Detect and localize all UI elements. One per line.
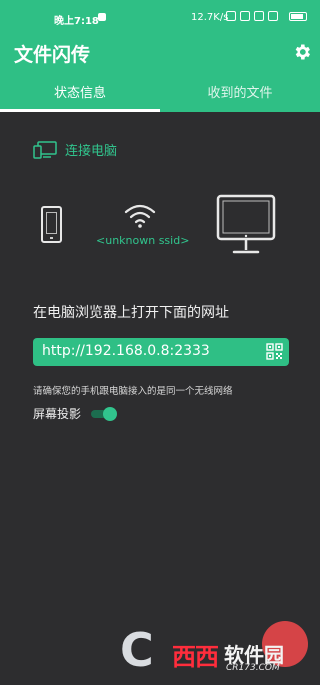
network-speed: 12.7K/s [191,12,229,23]
tab-received-files[interactable]: 收到的文件 [160,80,320,112]
signal-icon [240,11,250,21]
watermark-brand: 西西 [172,643,219,671]
gear-icon[interactable] [292,42,312,62]
phone-icon [41,206,62,243]
screen-projection-row: 屏幕投影 [33,405,118,422]
devices-icon [33,140,57,159]
status-bar: 晚上7:18 12.7K/s [0,0,320,34]
watermark-letter: C [120,623,154,677]
tab-bar: 状态信息 收到的文件 [0,80,320,112]
url-text[interactable]: http://192.168.0.8:2333 [42,343,210,359]
wifi-status-icon [268,11,278,21]
status-time: 晚上7:18 [54,16,99,27]
app-title: 文件闪传 [14,44,91,66]
active-tab-indicator [0,109,160,112]
instruction-text: 在电脑浏览器上打开下面的网址 [33,305,229,321]
url-bar[interactable]: http://192.168.0.8:2333 [33,338,289,366]
battery-icon [289,12,307,21]
connect-computer-row[interactable]: 连接电脑 [33,140,117,159]
wifi-icon [124,204,156,228]
app-header: 晚上7:18 12.7K/s 文件闪传 状态信息 收到的文件 [0,0,320,112]
connect-computer-label: 连接电脑 [65,144,118,159]
qr-code-icon[interactable] [266,343,283,360]
status-icons [226,11,278,21]
monitor-icon [216,194,276,254]
watermark-domain: CR173.COM [226,663,280,673]
signal-icon-2 [254,11,264,21]
same-network-note: 请确保您的手机跟电脑接入的是同一个无线网络 [33,386,233,397]
alarm-icon [226,11,236,21]
screen-projection-toggle[interactable] [91,406,118,421]
screen-projection-label: 屏幕投影 [33,407,82,421]
watermark-logo: C 西西 软件园 CR173.COM [120,621,310,681]
notification-icon [98,13,106,21]
ssid-label: <unknown ssid> [96,234,190,247]
tab-status-info[interactable]: 状态信息 [0,80,160,112]
